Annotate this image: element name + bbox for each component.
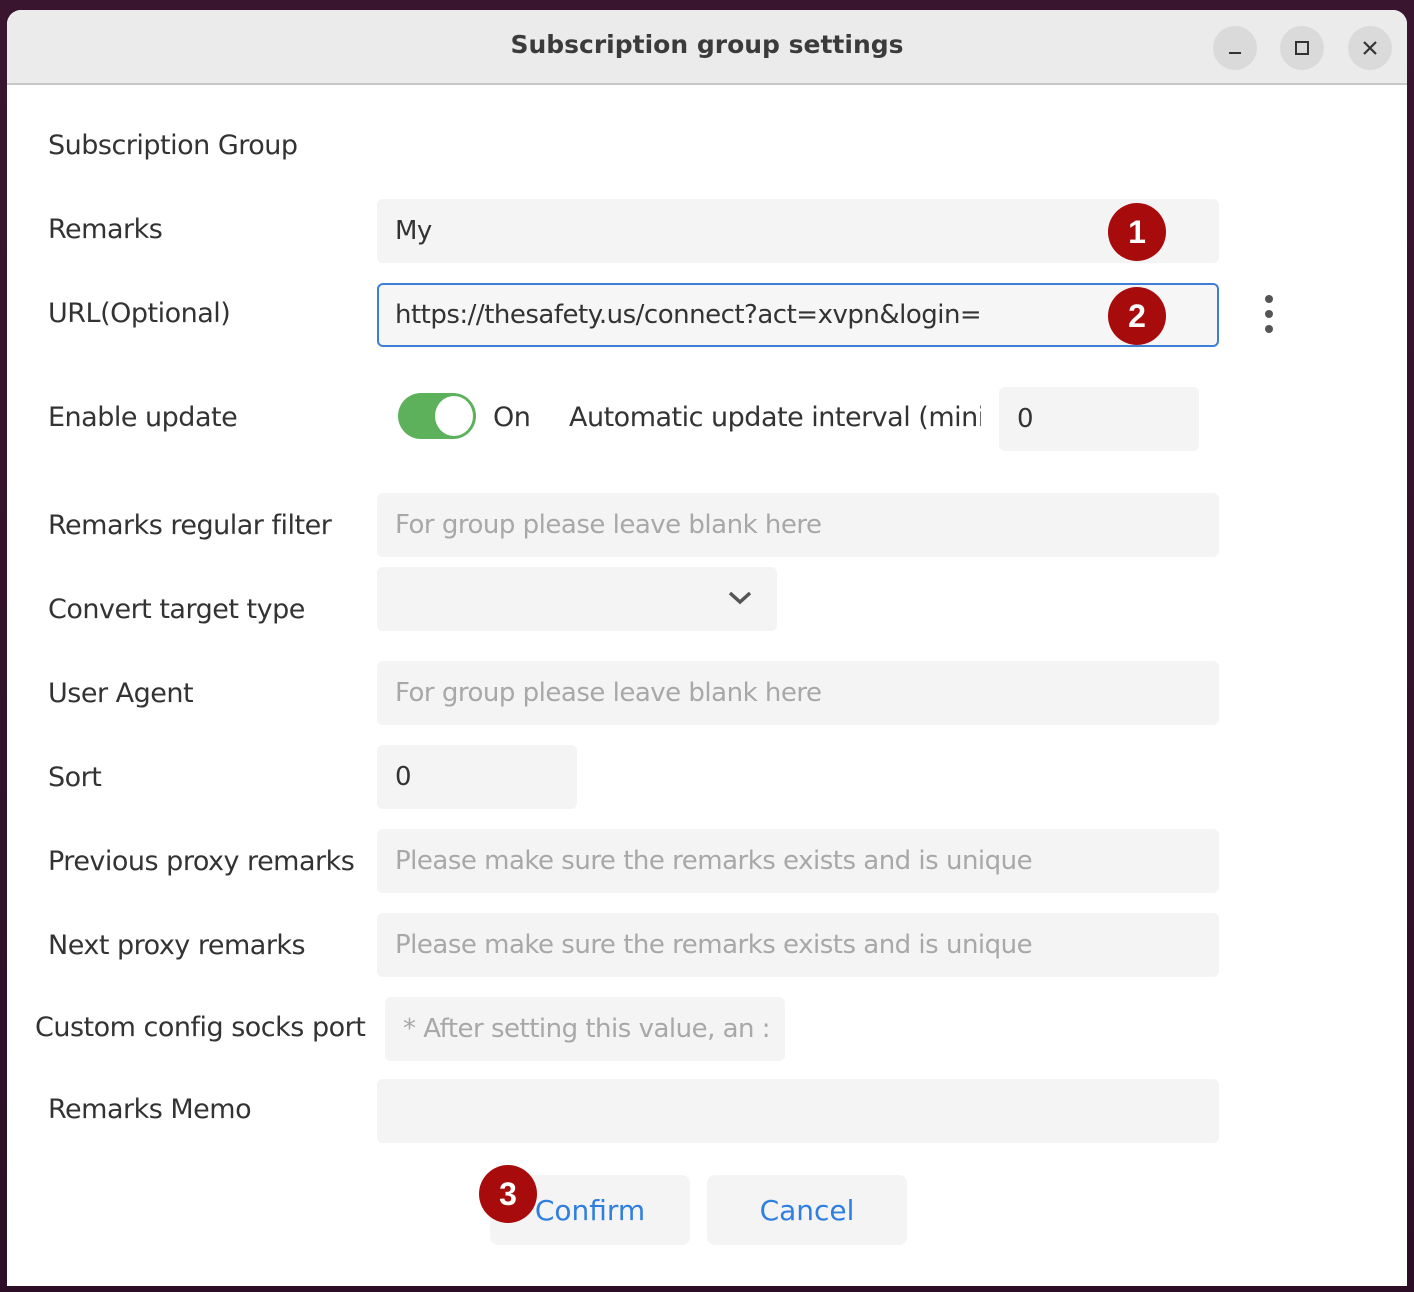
url-value: https://thesafety.us/connect?act=xvpn&lo… bbox=[395, 300, 982, 330]
section-title: Subscription Group bbox=[48, 130, 298, 161]
title-bar: Subscription group settings bbox=[7, 10, 1407, 85]
remarks-value: My bbox=[395, 216, 432, 246]
sort-label: Sort bbox=[48, 762, 102, 793]
user-agent-input[interactable]: For group please leave blank here bbox=[377, 661, 1219, 725]
prev-proxy-placeholder: Please make sure the remarks exists and … bbox=[395, 846, 1033, 876]
remarks-label: Remarks bbox=[48, 214, 163, 245]
annotation-badge-3: 3 bbox=[479, 1165, 537, 1223]
annotation-badge-1: 1 bbox=[1108, 203, 1166, 261]
convert-target-select[interactable] bbox=[377, 567, 777, 631]
minimize-button[interactable] bbox=[1213, 26, 1257, 70]
update-interval-value: 0 bbox=[1017, 404, 1034, 434]
next-proxy-label: Next proxy remarks bbox=[48, 930, 306, 961]
next-proxy-input[interactable]: Please make sure the remarks exists and … bbox=[377, 913, 1219, 977]
enable-update-label: Enable update bbox=[48, 402, 238, 433]
chevron-down-icon bbox=[728, 591, 752, 605]
next-proxy-placeholder: Please make sure the remarks exists and … bbox=[395, 930, 1033, 960]
socks-port-input[interactable]: * After setting this value, an : bbox=[385, 997, 785, 1061]
subscription-group-settings-dialog: Subscription group settings Subscription… bbox=[7, 10, 1407, 1286]
socks-port-label: Custom config socks port bbox=[35, 1012, 366, 1043]
prev-proxy-label: Previous proxy remarks bbox=[48, 846, 355, 877]
remarks-memo-label: Remarks Memo bbox=[48, 1094, 252, 1125]
remarks-filter-label: Remarks regular filter bbox=[48, 510, 332, 541]
enable-update-toggle[interactable] bbox=[398, 393, 476, 439]
toggle-state-label: On bbox=[493, 402, 531, 433]
maximize-icon bbox=[1295, 41, 1309, 55]
more-options-icon[interactable] bbox=[1264, 295, 1274, 333]
close-icon bbox=[1363, 41, 1377, 55]
maximize-button[interactable] bbox=[1280, 26, 1324, 70]
convert-target-label: Convert target type bbox=[48, 594, 305, 625]
minimize-icon bbox=[1229, 52, 1241, 54]
update-interval-input[interactable]: 0 bbox=[999, 387, 1199, 451]
sort-input[interactable]: 0 bbox=[377, 745, 577, 809]
user-agent-placeholder: For group please leave blank here bbox=[395, 678, 822, 708]
socks-port-placeholder: * After setting this value, an : bbox=[403, 1014, 771, 1044]
sort-value: 0 bbox=[395, 762, 412, 792]
user-agent-label: User Agent bbox=[48, 678, 194, 709]
url-input[interactable]: https://thesafety.us/connect?act=xvpn&lo… bbox=[377, 283, 1219, 347]
remarks-filter-input[interactable]: For group please leave blank here bbox=[377, 493, 1219, 557]
toggle-knob bbox=[435, 396, 473, 436]
close-button[interactable] bbox=[1348, 26, 1392, 70]
url-label: URL(Optional) bbox=[48, 298, 231, 329]
remarks-filter-placeholder: For group please leave blank here bbox=[395, 510, 822, 540]
cancel-button[interactable]: Cancel bbox=[707, 1175, 907, 1245]
remarks-input[interactable]: My bbox=[377, 199, 1219, 263]
window-title: Subscription group settings bbox=[510, 30, 904, 59]
remarks-memo-input[interactable] bbox=[377, 1079, 1219, 1143]
update-interval-label: Automatic update interval (mini bbox=[569, 402, 981, 433]
prev-proxy-input[interactable]: Please make sure the remarks exists and … bbox=[377, 829, 1219, 893]
annotation-badge-2: 2 bbox=[1108, 287, 1166, 345]
